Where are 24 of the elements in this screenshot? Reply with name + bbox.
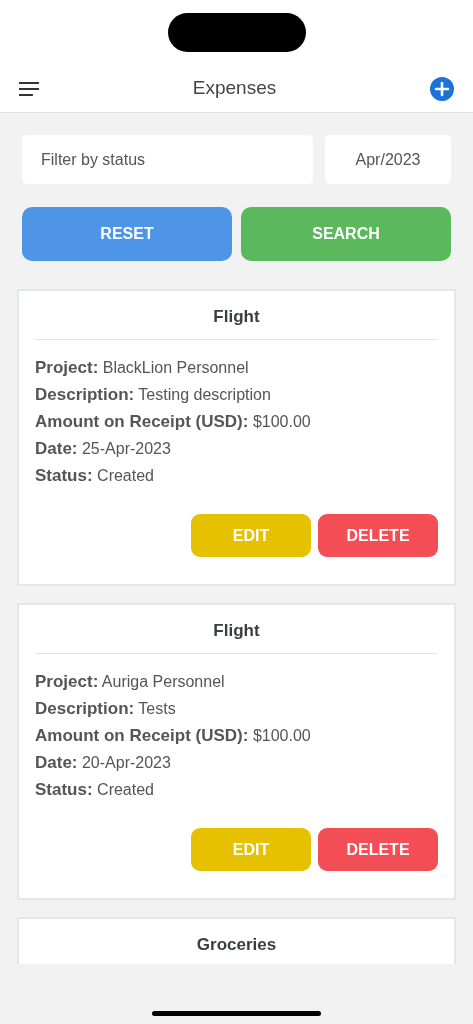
add-icon[interactable] <box>430 76 454 101</box>
delete-button[interactable]: DELETE <box>318 828 438 871</box>
detail-line: Status: Created <box>35 779 155 801</box>
menu-icon[interactable] <box>19 81 39 96</box>
detail-line: Description: Tests <box>35 698 177 720</box>
detail-line: Project: BlackLion Personnel <box>35 357 250 379</box>
detail-line: Project: Auriga Personnel <box>35 671 226 693</box>
status-filter-field[interactable]: Filter by status <box>22 135 313 184</box>
detail-line: Amount on Receipt (USD): $100.00 <box>35 411 312 433</box>
edit-button[interactable]: EDIT <box>191 828 311 871</box>
detail-line: Status: Created <box>35 465 155 487</box>
detail-line: Date: 25-Apr-2023 <box>35 438 172 460</box>
reset-button[interactable]: RESET <box>22 207 232 261</box>
card-title: Groceries <box>195 934 278 956</box>
page-title: Expenses <box>192 76 277 101</box>
month-field[interactable]: Apr/2023 <box>325 135 451 184</box>
delete-button[interactable]: DELETE <box>318 514 438 557</box>
detail-line: Date: 20-Apr-2023 <box>35 752 172 774</box>
search-button[interactable]: SEARCH <box>241 207 451 261</box>
card-title: Flight <box>212 306 261 328</box>
detail-line: Description: Testing description <box>35 384 272 406</box>
edit-button[interactable]: EDIT <box>191 514 311 557</box>
detail-line: Amount on Receipt (USD): $100.00 <box>35 725 312 747</box>
card-title: Flight <box>212 620 261 642</box>
